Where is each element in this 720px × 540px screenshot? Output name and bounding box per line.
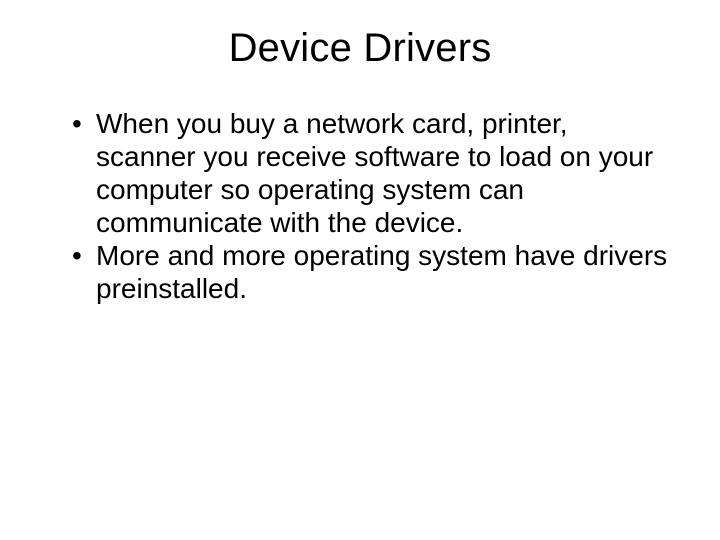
slide-title: Device Drivers [48,26,672,71]
bullet-list: When you buy a network card, printer, sc… [48,107,672,305]
slide: Device Drivers When you buy a network ca… [0,0,720,540]
bullet-item: When you buy a network card, printer, sc… [72,107,672,239]
bullet-item: More and more operating system have driv… [72,239,672,305]
